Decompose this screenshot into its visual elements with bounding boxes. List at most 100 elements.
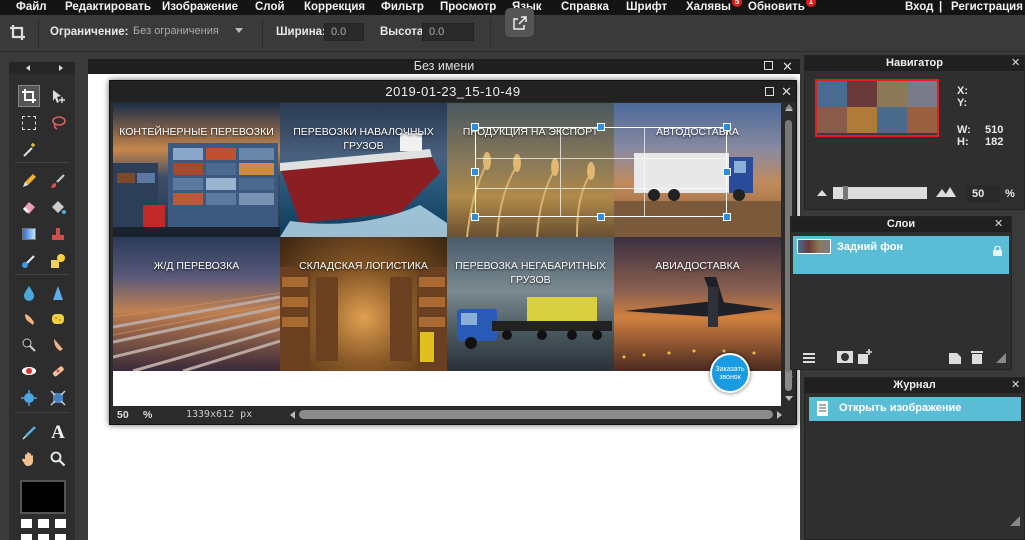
- crop-handle[interactable]: [723, 123, 731, 131]
- crop-handle[interactable]: [597, 123, 605, 131]
- document-canvas[interactable]: КОНТЕЙНЕРНЫЕ ПЕРЕВОЗКИ ПЕРЕВОЗКИ НАВАЛОЧ…: [113, 103, 781, 406]
- burn-tool-icon[interactable]: [47, 334, 69, 356]
- close-icon[interactable]: ✕: [1011, 378, 1020, 393]
- layers-header[interactable]: Слои: [791, 217, 1011, 232]
- crop-tool-icon: [9, 24, 27, 42]
- close-icon[interactable]: ✕: [994, 217, 1003, 232]
- restore-icon[interactable]: [765, 87, 774, 96]
- swatch-square[interactable]: [55, 519, 66, 528]
- menu-update[interactable]: Обновить 1: [748, 0, 816, 15]
- color-replace-icon[interactable]: [18, 250, 40, 272]
- menu-filter[interactable]: Фильтр: [381, 0, 424, 15]
- zoom-level[interactable]: 50: [117, 409, 129, 421]
- crop-handle[interactable]: [471, 168, 479, 176]
- layer-settings-icon[interactable]: [803, 352, 815, 364]
- crop-handle[interactable]: [471, 213, 479, 221]
- menu-layer[interactable]: Слой: [255, 0, 285, 15]
- document-title-bar[interactable]: 2019-01-23_15-10-49 ✕: [110, 81, 796, 102]
- navigator-w-value: 510: [985, 124, 1004, 136]
- history-item[interactable]: Открыть изображение: [809, 397, 1021, 421]
- marquee-tool-icon[interactable]: [18, 112, 40, 134]
- layer-mask-icon[interactable]: [837, 351, 853, 363]
- crop-handle[interactable]: [723, 168, 731, 176]
- drawing-tool-icon[interactable]: [47, 250, 69, 272]
- magic-wand-icon[interactable]: [18, 139, 40, 161]
- close-icon[interactable]: ✕: [781, 81, 792, 102]
- trash-icon[interactable]: [971, 350, 983, 364]
- scroll-left-icon[interactable]: [290, 411, 295, 419]
- zoom-tool-icon[interactable]: [47, 448, 69, 470]
- menu-freebies[interactable]: Халявы 5: [686, 0, 742, 15]
- menu-edit[interactable]: Редактировать: [65, 0, 151, 15]
- gradient-tool-icon[interactable]: [18, 223, 40, 245]
- sponge-tool-icon[interactable]: [47, 308, 69, 330]
- crop-handle[interactable]: [597, 213, 605, 221]
- history-header[interactable]: Журнал: [805, 378, 1024, 393]
- zoom-out-icon[interactable]: [817, 188, 827, 196]
- menu-adjustment[interactable]: Коррекция: [304, 0, 365, 15]
- chevron-left-icon[interactable]: [26, 65, 30, 71]
- chevron-right-icon[interactable]: [59, 65, 63, 71]
- lasso-tool-icon[interactable]: [47, 112, 69, 134]
- constraint-select[interactable]: Без ограничения: [127, 23, 247, 41]
- smudge-tool-icon[interactable]: [18, 308, 40, 330]
- swatch-square[interactable]: [21, 519, 32, 528]
- bloat-tool-icon[interactable]: [18, 387, 40, 409]
- zoom-in-icon[interactable]: [936, 186, 956, 197]
- resize-grip-icon[interactable]: [996, 353, 1006, 363]
- red-eye-tool-icon[interactable]: [18, 360, 40, 382]
- swatch-square[interactable]: [21, 534, 32, 540]
- foreground-color-swatch[interactable]: [20, 480, 66, 514]
- scroll-up-icon[interactable]: [785, 104, 793, 109]
- zoom-slider[interactable]: [833, 186, 927, 200]
- navigator-y-label: Y:: [957, 97, 968, 109]
- navigator-zoom-input[interactable]: 50: [966, 185, 1000, 203]
- crop-tool-icon[interactable]: [18, 85, 40, 107]
- bucket-tool-icon[interactable]: [47, 196, 69, 218]
- popout-button[interactable]: [505, 8, 534, 37]
- menu-image[interactable]: Изображение: [162, 0, 238, 15]
- menu-help[interactable]: Справка: [561, 0, 609, 15]
- blur-tool-icon[interactable]: [18, 282, 40, 304]
- login-link[interactable]: Вход: [905, 0, 933, 15]
- navigator-thumbnail[interactable]: [815, 79, 939, 137]
- scroll-down-icon[interactable]: [785, 376, 793, 381]
- swatch-square[interactable]: [55, 534, 66, 540]
- register-link[interactable]: Регистрация: [951, 0, 1023, 15]
- scroll-down-icon[interactable]: [785, 396, 793, 401]
- close-icon[interactable]: ✕: [1011, 56, 1020, 71]
- tile-containers: КОНТЕЙНЕРНЫЕ ПЕРЕВОЗКИ: [113, 103, 280, 237]
- spot-heal-icon[interactable]: [47, 360, 69, 382]
- move-tool-icon[interactable]: [47, 85, 69, 107]
- menu-font[interactable]: Шрифт: [626, 0, 667, 15]
- swatch-square[interactable]: [38, 534, 49, 540]
- resize-grip-icon[interactable]: [1010, 516, 1020, 526]
- height-input[interactable]: 0.0: [422, 23, 474, 41]
- pencil-tool-icon[interactable]: [18, 170, 40, 192]
- width-input[interactable]: 0.0: [324, 23, 364, 41]
- crop-handle[interactable]: [471, 123, 479, 131]
- close-icon[interactable]: ✕: [782, 59, 793, 74]
- zoom-slider-handle[interactable]: [843, 186, 848, 200]
- restore-icon[interactable]: [764, 61, 773, 70]
- type-tool-icon[interactable]: A: [47, 422, 69, 444]
- dodge-tool-icon[interactable]: [18, 334, 40, 356]
- scroll-right-icon[interactable]: [777, 411, 782, 419]
- crop-handle[interactable]: [723, 213, 731, 221]
- navigator-header[interactable]: Навигатор: [805, 56, 1024, 71]
- pinch-tool-icon[interactable]: [47, 387, 69, 409]
- layer-item[interactable]: Задний фон: [793, 236, 1009, 274]
- menu-file[interactable]: Файл: [16, 0, 47, 15]
- stamp-tool-icon[interactable]: [47, 223, 69, 245]
- eraser-tool-icon[interactable]: [18, 196, 40, 218]
- menu-view[interactable]: Просмотр: [440, 0, 496, 15]
- swatch-square[interactable]: [38, 519, 49, 528]
- color-picker-icon[interactable]: [18, 422, 40, 444]
- layer-effects-icon[interactable]: [858, 349, 874, 364]
- horizontal-scrollbar[interactable]: [299, 410, 773, 419]
- sharpen-tool-icon[interactable]: [47, 282, 69, 304]
- crop-selection[interactable]: [475, 127, 727, 217]
- new-layer-icon[interactable]: [949, 350, 961, 364]
- brush-tool-icon[interactable]: [47, 170, 69, 192]
- hand-tool-icon[interactable]: [18, 448, 40, 470]
